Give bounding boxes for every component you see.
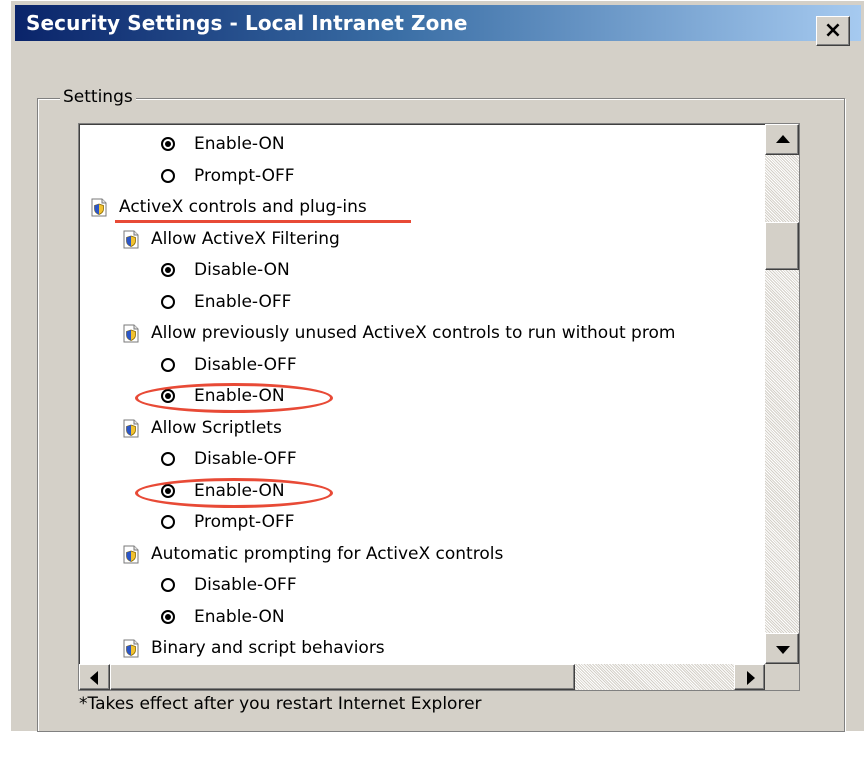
down-arrow-icon — [776, 646, 790, 654]
radio-option-label: Enable-ON — [194, 134, 285, 154]
settings-tree-content: Enable-ON Prompt-OFF ActiveX controls and … — [79, 124, 765, 664]
radio-option-label: Enable-OFF — [194, 291, 292, 312]
radio-button[interactable] — [161, 168, 175, 183]
radio-option-label: Enable-ON — [194, 606, 285, 627]
setting-label: Binary and script behaviors — [151, 638, 385, 658]
dialog-title: Security Settings - Local Intranet Zone — [26, 11, 468, 35]
radio-button-checked[interactable] — [161, 263, 175, 277]
restart-note: *Takes effect after you restart Internet… — [79, 694, 482, 714]
scroll-up-button[interactable] — [765, 124, 799, 155]
scroll-right-button[interactable] — [734, 664, 765, 690]
radio-button[interactable] — [161, 578, 175, 592]
radio-option-label: Disable-OFF — [194, 354, 297, 375]
horizontal-scroll-thumb[interactable] — [110, 664, 575, 690]
radio-button[interactable] — [161, 357, 175, 372]
scroll-down-button[interactable] — [765, 633, 799, 664]
setting-label: Allow ActiveX Filtering — [151, 228, 340, 249]
vertical-scrollbar[interactable] — [765, 124, 799, 664]
scrollbar-corner — [765, 664, 799, 690]
red-circle-annotation — [135, 383, 333, 413]
close-button[interactable]: × — [816, 16, 850, 46]
radio-option-label: Prompt-OFF — [194, 165, 295, 186]
setting-label: Automatic prompting for ActiveX controls — [151, 543, 504, 564]
left-arrow-icon — [90, 671, 98, 685]
shield-page-icon — [91, 198, 107, 217]
shield-page-icon — [123, 639, 139, 658]
settings-tree[interactable]: Enable-ON Prompt-OFF ActiveX controls and … — [78, 123, 800, 691]
radio-button[interactable] — [161, 294, 175, 309]
vertical-scroll-thumb[interactable] — [765, 222, 799, 270]
horizontal-scrollbar[interactable] — [79, 664, 765, 690]
shield-page-icon — [123, 324, 139, 343]
category-label: ActiveX controls and plug-ins — [119, 197, 367, 217]
shield-page-icon — [123, 419, 139, 437]
radio-option-label: Disable-ON — [194, 260, 290, 280]
title-bar[interactable]: Security Settings - Local Intranet Zone — [15, 5, 861, 41]
setting-label: Allow previously unused ActiveX controls… — [151, 323, 676, 343]
up-arrow-icon — [776, 135, 790, 143]
scroll-left-button[interactable] — [79, 664, 110, 690]
radio-button-checked[interactable] — [161, 137, 175, 151]
radio-button[interactable] — [161, 452, 175, 466]
radio-button[interactable] — [161, 515, 175, 529]
close-icon: × — [823, 18, 843, 43]
right-arrow-icon — [747, 671, 755, 685]
settings-group-label: Settings — [60, 87, 136, 107]
window: Security Settings - Local Intranet Zone … — [0, 0, 864, 759]
shield-page-icon — [123, 545, 139, 563]
radio-option-label: Disable-OFF — [194, 575, 297, 595]
red-circle-annotation — [135, 477, 333, 508]
setting-label: Allow Scriptlets — [151, 417, 282, 438]
radio-button-checked[interactable] — [161, 609, 175, 624]
radio-option-label: Prompt-OFF — [194, 512, 295, 532]
shield-page-icon — [123, 230, 139, 248]
radio-option-label: Disable-OFF — [194, 449, 297, 469]
